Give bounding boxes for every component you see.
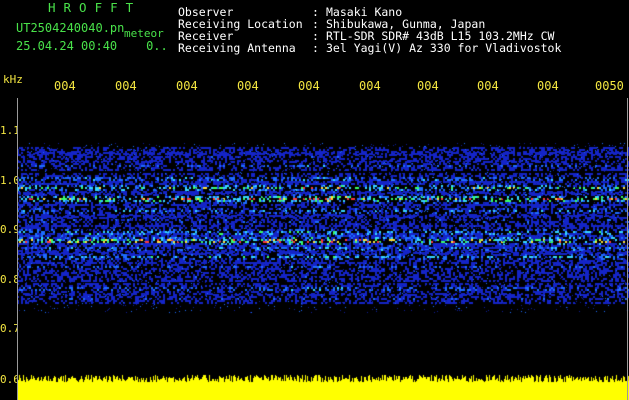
x-tick: 004 bbox=[115, 79, 137, 93]
x-tick: 004 bbox=[417, 79, 439, 93]
spectrogram-plot bbox=[17, 98, 629, 400]
datetime-extra: 0.. bbox=[146, 39, 168, 53]
antenna-label: Receiving Antenna bbox=[178, 41, 296, 55]
antenna-sep: : bbox=[312, 41, 319, 55]
plot-right-border bbox=[627, 98, 628, 400]
datetime-label: 25.04.24 00:40 0.. bbox=[16, 40, 168, 52]
x-tick: 004 bbox=[477, 79, 499, 93]
hrofft-window: HROFFT UT2504240040.pn meteor 25.04.24 0… bbox=[0, 0, 629, 400]
x-tick: 004 bbox=[54, 79, 76, 93]
y-axis-unit: kHz bbox=[3, 73, 23, 86]
file-name: UT2504240040.pn bbox=[16, 21, 125, 35]
x-tick: 004 bbox=[298, 79, 320, 93]
datetime-value: 25.04.24 00:40 bbox=[16, 39, 118, 53]
antenna-value: 3el Yagi(V) Az 330 for Vladivostok bbox=[326, 41, 562, 55]
x-tick: 0050 bbox=[595, 79, 624, 93]
x-tick: 004 bbox=[359, 79, 381, 93]
app-brand: HROFFT bbox=[48, 0, 142, 15]
x-tick: 004 bbox=[237, 79, 259, 93]
x-tick: 004 bbox=[176, 79, 198, 93]
plot-left-border bbox=[17, 98, 18, 400]
x-tick: 004 bbox=[537, 79, 559, 93]
